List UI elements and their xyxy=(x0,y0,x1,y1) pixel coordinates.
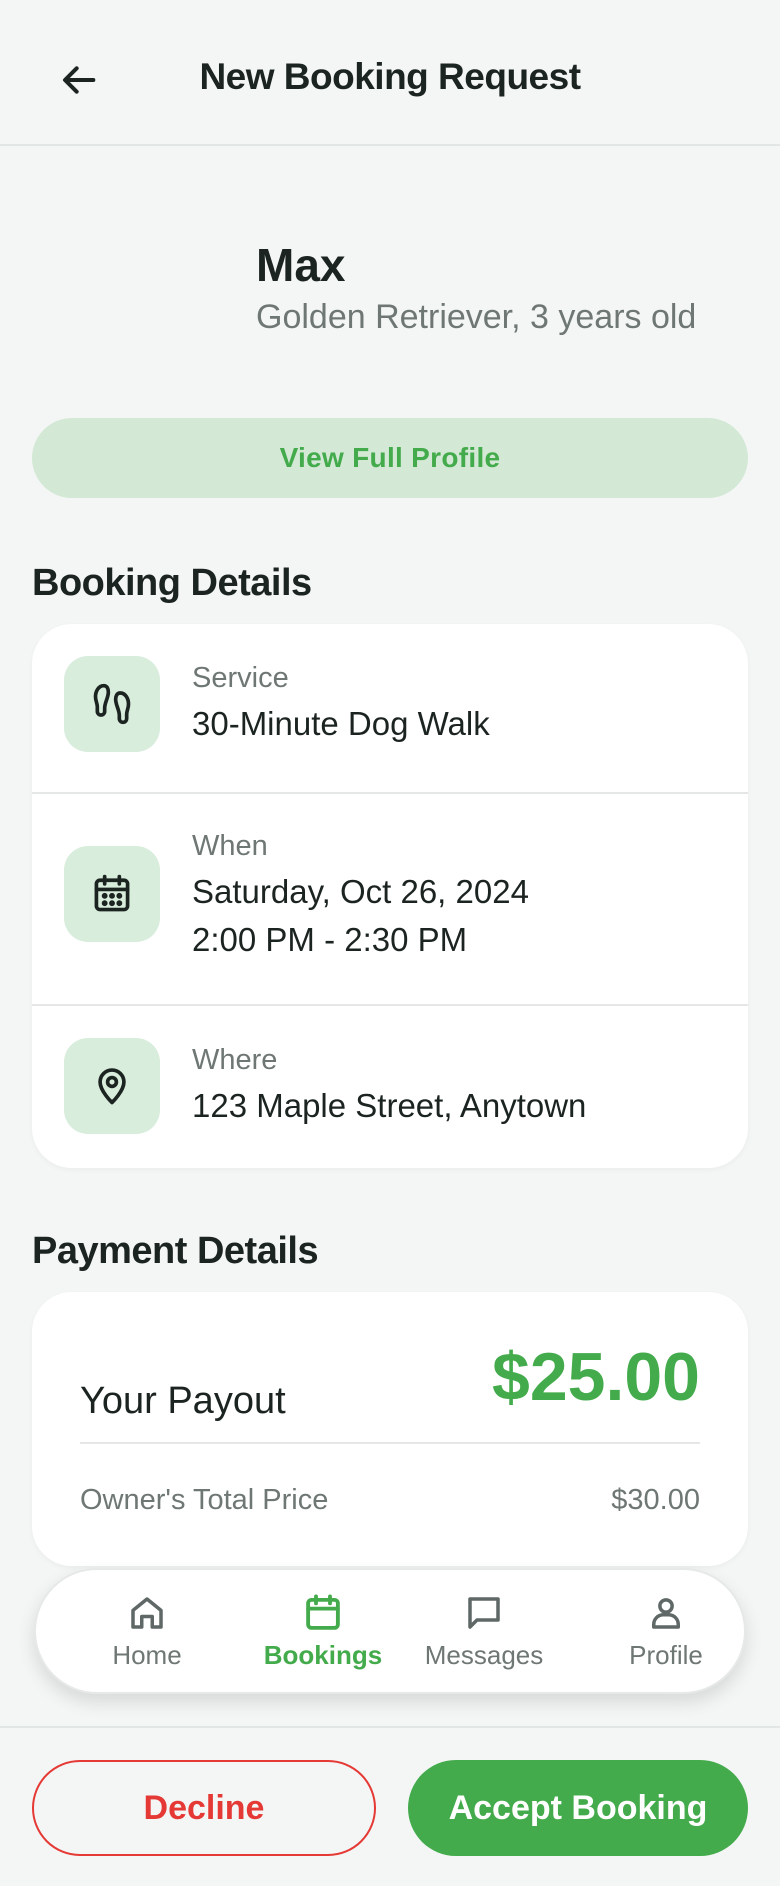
home-icon xyxy=(131,1596,163,1629)
where-value: 123 Maple Street, Anytown xyxy=(192,1087,587,1124)
tab-bookings[interactable]: Bookings xyxy=(248,1570,398,1692)
decline-button[interactable]: Decline xyxy=(32,1760,376,1856)
view-full-profile-button[interactable]: View Full Profile xyxy=(32,418,748,498)
when-date: Saturday, Oct 26, 2024 xyxy=(192,873,529,910)
owner-total-label: Owner's Total Price xyxy=(80,1484,329,1516)
calendar-icon xyxy=(94,874,130,912)
service-icon-box xyxy=(64,656,160,752)
when-label: When xyxy=(192,830,268,862)
where-label: Where xyxy=(192,1044,278,1076)
tab-home-label: Home xyxy=(112,1639,182,1670)
payout-label: Your Payout xyxy=(80,1380,286,1422)
payment-details-heading: Payment Details xyxy=(32,1230,319,1272)
booking-details-card: Service 30-Minute Dog Walk When Saturday… xyxy=(32,624,748,1168)
booking-details-heading: Booking Details xyxy=(32,562,312,604)
payment-divider xyxy=(80,1442,700,1444)
service-label: Service xyxy=(192,662,289,694)
payment-card: Your Payout $25.00 Owner's Total Price $… xyxy=(32,1292,748,1566)
tab-bookings-label: Bookings xyxy=(263,1639,383,1670)
action-bar: Decline Accept Booking xyxy=(0,1726,780,1886)
when-time: 2:00 PM - 2:30 PM xyxy=(192,921,468,958)
when-row: When Saturday, Oct 26, 2024 2:00 PM - 2:… xyxy=(32,794,748,1006)
payout-value: $25.00 xyxy=(492,1339,700,1415)
user-icon xyxy=(652,1597,680,1629)
tab-home[interactable]: Home xyxy=(72,1570,222,1692)
map-pin-icon xyxy=(98,1068,126,1105)
where-icon-box xyxy=(64,1038,160,1134)
calendar-icon xyxy=(306,1593,340,1630)
service-value: 30-Minute Dog Walk xyxy=(192,705,490,742)
pet-name: Max xyxy=(256,239,346,291)
footprints-icon xyxy=(93,683,131,725)
tab-profile[interactable]: Profile xyxy=(591,1570,741,1692)
tab-messages-label: Messages xyxy=(424,1639,544,1670)
app-header: New Booking Request xyxy=(0,0,780,146)
message-icon xyxy=(468,1596,500,1629)
when-icon-box xyxy=(64,846,160,942)
where-row: Where 123 Maple Street, Anytown xyxy=(32,1006,748,1168)
tab-messages[interactable]: Messages xyxy=(409,1570,559,1692)
accept-booking-button[interactable]: Accept Booking xyxy=(408,1760,748,1856)
service-row: Service 30-Minute Dog Walk xyxy=(32,624,748,794)
bottom-tab-bar: Home Bookings Messages Profile xyxy=(34,1568,746,1694)
owner-total-value: $30.00 xyxy=(611,1484,700,1516)
page-title: New Booking Request xyxy=(199,56,581,97)
pet-description: Golden Retriever, 3 years old xyxy=(256,298,697,336)
tab-profile-label: Profile xyxy=(629,1639,703,1670)
